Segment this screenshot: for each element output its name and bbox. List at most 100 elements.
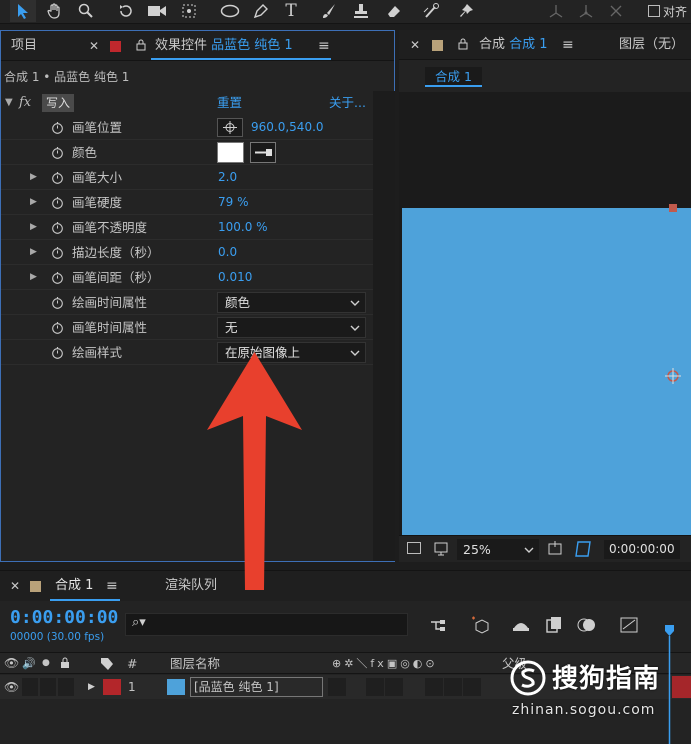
lock-icon[interactable] <box>136 39 146 51</box>
camera-tool-icon[interactable] <box>145 0 169 22</box>
paint-time-dropdown[interactable]: 颜色 <box>217 292 366 313</box>
anchor-point-icon[interactable] <box>664 367 682 385</box>
eyedropper-button[interactable] <box>250 142 276 163</box>
composition-viewer[interactable] <box>399 92 691 548</box>
pan-behind-tool-icon[interactable] <box>178 0 200 22</box>
close-icon[interactable]: ✕ <box>89 31 99 61</box>
tab-layer[interactable]: 图层（无） <box>619 30 684 60</box>
region-of-interest-icon[interactable] <box>546 541 564 557</box>
ellipse-tool-icon[interactable] <box>218 0 242 22</box>
stopwatch-icon[interactable] <box>51 221 64 234</box>
type-tool-icon[interactable]: T <box>280 0 302 22</box>
comp-chip[interactable]: 合成 1 <box>425 67 482 87</box>
brush-tool-icon[interactable] <box>318 0 340 22</box>
twirl-down-icon[interactable]: ▼ <box>5 91 13 114</box>
quality-switch-cell[interactable] <box>366 678 384 696</box>
motion-blur-icon[interactable] <box>576 614 598 636</box>
lock-cell[interactable] <box>58 678 74 696</box>
color-swatch[interactable] <box>217 142 244 163</box>
snapping-checkbox[interactable] <box>648 5 660 17</box>
frame-blending-icon[interactable] <box>543 614 565 636</box>
effects-scrollbar[interactable] <box>373 91 395 561</box>
stopwatch-icon[interactable] <box>51 196 64 209</box>
selection-tool-icon[interactable] <box>10 0 36 22</box>
switch-cell[interactable] <box>425 678 443 696</box>
always-preview-icon[interactable] <box>407 542 421 554</box>
twirl-right-icon[interactable]: ▶ <box>30 190 37 215</box>
solo-cell[interactable] <box>40 678 56 696</box>
tab-composition[interactable]: 合成 合成 1 <box>479 30 548 60</box>
close-icon[interactable]: ✕ <box>410 30 420 60</box>
tab-timeline-comp[interactable]: 合成 1 <box>55 571 93 601</box>
layer-name-field[interactable]: [品蓝色 纯色 1] <box>190 677 323 697</box>
twirl-right-icon[interactable]: ▶ <box>30 265 37 290</box>
twirl-right-icon[interactable]: ▶ <box>30 240 37 265</box>
label-tag-icon[interactable] <box>100 657 114 671</box>
effect-switch-cell[interactable] <box>385 678 403 696</box>
hand-tool-icon[interactable] <box>44 0 66 22</box>
panel-menu-icon[interactable]: ≡ <box>318 31 330 61</box>
local-axis-icon[interactable] <box>605 0 627 22</box>
monitor-icon[interactable] <box>433 541 449 557</box>
about-link[interactable]: 关于... <box>329 91 366 114</box>
stopwatch-icon[interactable] <box>51 271 64 284</box>
bounding-handle-top-right[interactable] <box>669 204 677 212</box>
eye-icon[interactable]: 👁 <box>4 675 19 699</box>
draft-3d-icon[interactable] <box>470 614 492 636</box>
transparency-grid-icon[interactable] <box>574 540 592 558</box>
property-value[interactable]: 0.010 <box>218 265 252 290</box>
tab-project[interactable]: 项目 <box>11 31 37 61</box>
property-value[interactable]: 79 % <box>218 190 249 215</box>
snapping-toggle[interactable]: 对齐 <box>648 0 691 22</box>
point-picker-button[interactable] <box>217 118 243 137</box>
tab-effect-controls[interactable]: 效果控件 品蓝色 纯色 1 <box>155 31 293 61</box>
layer-search-input[interactable]: ⌕▾ <box>125 613 408 636</box>
switch-cell[interactable] <box>444 678 462 696</box>
lock-icon[interactable] <box>60 657 70 669</box>
zoom-dropdown[interactable]: 25% <box>457 539 539 560</box>
property-value[interactable]: 960.0,540.0 <box>251 115 324 140</box>
world-axis-icon[interactable] <box>545 0 567 22</box>
graph-editor-icon[interactable] <box>618 614 640 636</box>
stopwatch-icon[interactable] <box>51 146 64 159</box>
stopwatch-icon[interactable] <box>51 321 64 334</box>
solo-icon[interactable]: ● <box>42 653 50 674</box>
clone-stamp-tool-icon[interactable] <box>350 0 372 22</box>
roto-brush-tool-icon[interactable] <box>420 0 444 22</box>
panel-menu-icon[interactable]: ≡ <box>106 571 118 601</box>
stopwatch-icon[interactable] <box>51 171 64 184</box>
reset-link[interactable]: 重置 <box>217 91 242 114</box>
stopwatch-icon[interactable] <box>51 296 64 309</box>
rotate-tool-icon[interactable] <box>115 0 137 22</box>
panel-menu-icon[interactable]: ≡ <box>562 30 574 60</box>
stopwatch-icon[interactable] <box>51 346 64 359</box>
puppet-pin-tool-icon[interactable] <box>455 0 477 22</box>
zoom-tool-icon[interactable] <box>75 0 97 22</box>
audio-cell[interactable] <box>22 678 38 696</box>
close-icon[interactable]: ✕ <box>10 571 20 601</box>
eraser-tool-icon[interactable] <box>383 0 405 22</box>
fx-toggle-icon[interactable]: fx <box>19 91 31 114</box>
pen-tool-icon[interactable] <box>250 0 272 22</box>
property-value[interactable]: 2.0 <box>218 165 237 190</box>
property-value[interactable]: 100.0 % <box>218 215 268 240</box>
audio-icon[interactable]: 🔊 <box>22 653 36 674</box>
viewer-timecode[interactable]: 0:00:00:00 <box>604 540 680 559</box>
twirl-right-icon[interactable]: ▶ <box>30 165 37 190</box>
twirl-right-icon[interactable]: ▶ <box>88 675 95 699</box>
stopwatch-icon[interactable] <box>51 246 64 259</box>
effect-name[interactable]: 写入 <box>42 94 75 112</box>
lock-icon[interactable] <box>458 38 468 50</box>
stopwatch-icon[interactable] <box>51 121 64 134</box>
composition-flowchart-icon[interactable] <box>428 614 450 636</box>
brush-time-dropdown[interactable]: 无 <box>217 317 366 338</box>
view-axis-icon[interactable] <box>575 0 597 22</box>
shy-layers-icon[interactable] <box>510 614 532 636</box>
solid-layer-preview[interactable] <box>402 208 691 544</box>
twirl-right-icon[interactable]: ▶ <box>30 215 37 240</box>
layer-label-color[interactable] <box>103 679 121 695</box>
switch-cell[interactable] <box>463 678 481 696</box>
property-value[interactable]: 0.0 <box>218 240 237 265</box>
column-layer-name[interactable]: 图层名称 <box>170 653 220 674</box>
eye-icon[interactable]: 👁 <box>4 653 19 674</box>
